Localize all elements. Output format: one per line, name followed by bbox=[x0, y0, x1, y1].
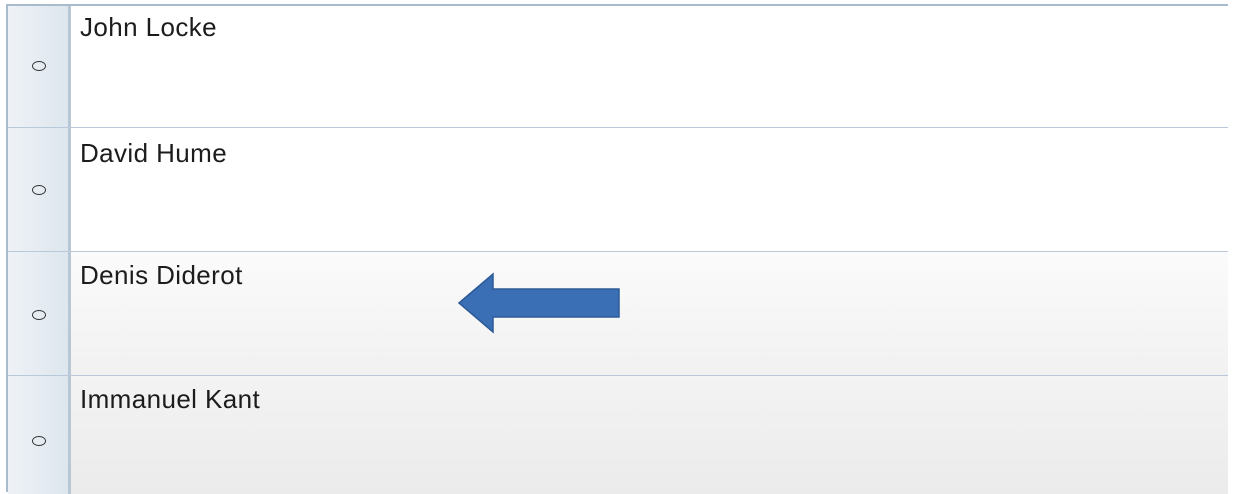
radio-button[interactable] bbox=[32, 436, 46, 446]
list-item-option-1[interactable]: John Locke bbox=[8, 6, 1228, 128]
left-arrow-icon bbox=[457, 272, 620, 334]
radio-cell[interactable] bbox=[8, 252, 71, 376]
option-label-text: Denis Diderot bbox=[80, 260, 243, 290]
option-label[interactable]: Immanuel Kant bbox=[71, 376, 1228, 494]
list-item-option-2[interactable]: David Hume bbox=[8, 128, 1228, 252]
radio-cell[interactable] bbox=[8, 6, 71, 128]
answer-options-list: John Locke David Hume Denis Diderot Imma… bbox=[6, 4, 1228, 494]
radio-cell[interactable] bbox=[8, 128, 71, 252]
radio-button[interactable] bbox=[32, 61, 46, 71]
radio-cell[interactable] bbox=[8, 376, 71, 494]
option-label[interactable]: David Hume bbox=[71, 128, 1228, 252]
list-item-option-4[interactable]: Immanuel Kant bbox=[8, 376, 1228, 494]
radio-button[interactable] bbox=[32, 310, 46, 320]
list-item-option-3[interactable]: Denis Diderot bbox=[8, 252, 1228, 376]
radio-button[interactable] bbox=[32, 185, 46, 195]
option-label[interactable]: Denis Diderot bbox=[71, 252, 1228, 376]
option-label[interactable]: John Locke bbox=[71, 6, 1228, 128]
